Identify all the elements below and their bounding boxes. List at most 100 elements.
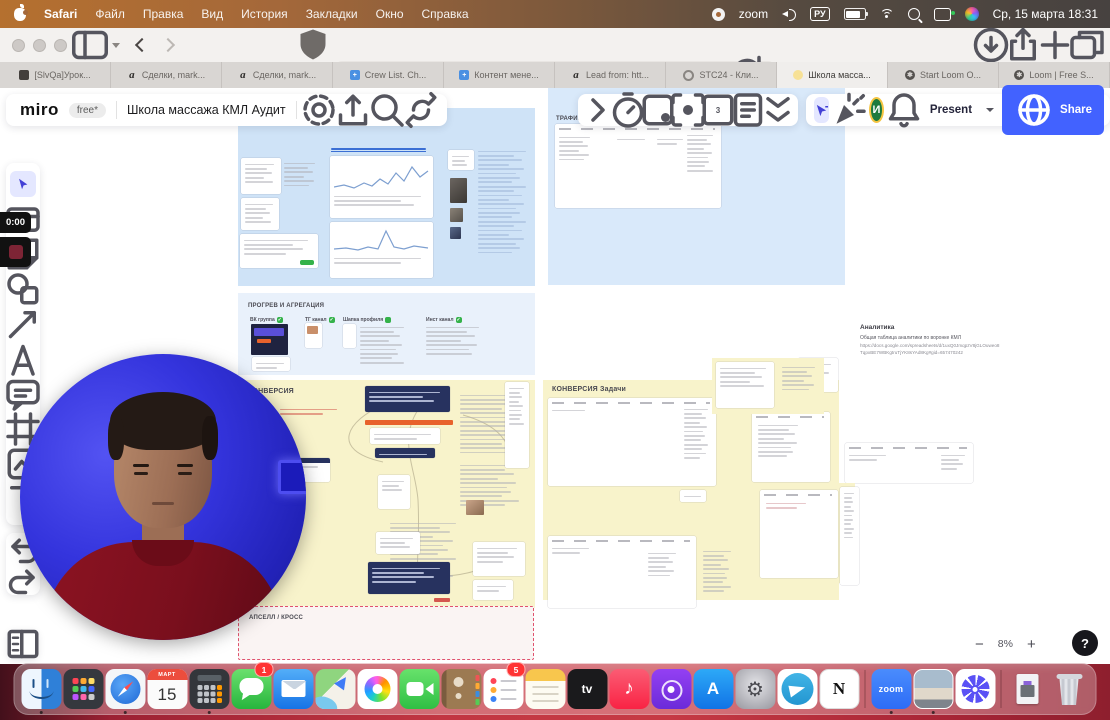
help-button[interactable]: ? bbox=[1072, 630, 1098, 656]
zoom-out-button[interactable]: − bbox=[975, 636, 984, 653]
dock-facetime[interactable] bbox=[399, 665, 440, 713]
sidebar-icon[interactable] bbox=[72, 30, 108, 60]
zoom-in-button[interactable]: + bbox=[1027, 636, 1036, 653]
fullscreen-button[interactable] bbox=[54, 38, 67, 52]
report-link[interactable] bbox=[331, 148, 426, 154]
forward-button[interactable] bbox=[155, 33, 181, 57]
menubar-zoom-app[interactable]: zoom bbox=[739, 7, 768, 21]
present-dropdown-caret[interactable] bbox=[986, 108, 995, 112]
menu-bookmarks[interactable]: Закладки bbox=[306, 7, 358, 21]
dock-trash[interactable] bbox=[1049, 665, 1090, 713]
minimize-button[interactable] bbox=[33, 38, 46, 52]
collapse-icon[interactable] bbox=[766, 97, 790, 122]
dock-telegram[interactable] bbox=[777, 665, 818, 713]
tab-content-manager[interactable]: + Контент мене... bbox=[444, 62, 555, 88]
chevron-right-icon[interactable] bbox=[586, 98, 610, 122]
tab-overview-icon[interactable] bbox=[1070, 30, 1104, 60]
dock-podcasts[interactable] bbox=[651, 665, 692, 713]
dock-contacts[interactable] bbox=[441, 665, 482, 713]
analytics-note[interactable]: Аналитика Общая таблица аналитики по вор… bbox=[860, 324, 1002, 386]
search-icon[interactable] bbox=[370, 94, 404, 127]
dock-settings[interactable]: ⚙ bbox=[735, 665, 776, 713]
frames-panel-button[interactable] bbox=[7, 629, 39, 659]
export-icon[interactable] bbox=[338, 94, 367, 126]
privacy-shield-icon[interactable] bbox=[300, 29, 326, 60]
dock-loom[interactable] bbox=[955, 665, 996, 713]
menu-app-name[interactable]: Safari bbox=[44, 7, 77, 21]
volume-icon[interactable] bbox=[782, 9, 797, 21]
tab-loom-start[interactable]: ✱ Start Loom O... bbox=[888, 62, 999, 88]
dock-calculator[interactable] bbox=[189, 665, 230, 714]
tab-stc24[interactable]: STC24 - Кли... bbox=[666, 62, 777, 88]
input-source-badge[interactable]: РУ bbox=[810, 7, 830, 21]
export-image-icon[interactable] bbox=[642, 94, 674, 126]
select-tool[interactable] bbox=[10, 171, 36, 197]
back-button[interactable] bbox=[129, 33, 155, 57]
tab-lead-form[interactable]: a Lead from: htt... bbox=[555, 62, 666, 88]
tab-crew-list[interactable]: + Crew List. Ch... bbox=[333, 62, 444, 88]
recording-stop-button[interactable] bbox=[0, 237, 31, 267]
tab-miro-board-active[interactable]: Школа масса... bbox=[777, 62, 888, 88]
dock-launchpad[interactable] bbox=[63, 665, 104, 713]
menu-history[interactable]: История bbox=[241, 7, 288, 21]
canvas-section-traffic-screens[interactable] bbox=[238, 108, 535, 286]
spotlight-icon[interactable] bbox=[907, 8, 920, 20]
dock-appstore[interactable]: A bbox=[693, 665, 734, 713]
tab-slvqa[interactable]: [SlvQa]Урок... bbox=[0, 62, 111, 88]
board-title[interactable]: Школа массажа КМЛ Аудит bbox=[127, 103, 286, 117]
new-tab-icon[interactable] bbox=[1040, 30, 1070, 60]
menu-help[interactable]: Справка bbox=[422, 7, 469, 21]
dock-finder[interactable] bbox=[21, 665, 62, 714]
cursor-tool-active[interactable] bbox=[814, 97, 829, 123]
menubar-clock[interactable]: Ср, 15 марта 18:31 bbox=[993, 7, 1098, 21]
canvas-yellow-patch[interactable] bbox=[712, 358, 824, 414]
bell-icon[interactable] bbox=[888, 93, 920, 128]
wifi-icon[interactable] bbox=[879, 8, 894, 20]
canvas-section-upsell[interactable]: АПСЕЛЛ / КРОСС bbox=[238, 606, 534, 660]
plugin-icon[interactable] bbox=[405, 92, 437, 128]
focus-mode-icon[interactable] bbox=[671, 93, 705, 127]
share-icon[interactable] bbox=[1010, 27, 1036, 61]
downloads-icon[interactable] bbox=[973, 27, 1009, 63]
plan-badge[interactable]: free* bbox=[68, 102, 106, 118]
analytics-link[interactable]: https://docs.google.com/spreadsheets/d/1… bbox=[860, 343, 1002, 357]
notes-icon[interactable] bbox=[733, 93, 763, 127]
menu-window[interactable]: Окно bbox=[376, 7, 404, 21]
apple-menu-icon[interactable] bbox=[14, 3, 28, 21]
shapes-tool[interactable] bbox=[7, 273, 39, 305]
menu-edit[interactable]: Правка bbox=[143, 7, 184, 21]
dock-calendar[interactable]: МАРТ 15 bbox=[147, 665, 188, 713]
frames-count-icon[interactable]: 3 bbox=[702, 94, 734, 126]
settings-gear-icon[interactable] bbox=[302, 94, 335, 126]
miro-logo[interactable]: miro bbox=[20, 100, 59, 120]
celebrate-icon[interactable] bbox=[836, 92, 866, 124]
share-button[interactable]: Share bbox=[1002, 85, 1104, 135]
menu-view[interactable]: Вид bbox=[201, 7, 223, 21]
tab-amocrm-2[interactable]: a Сделки, mark... bbox=[222, 62, 333, 88]
battery-icon[interactable] bbox=[843, 8, 868, 20]
timer-icon[interactable] bbox=[612, 92, 644, 128]
dock-photos[interactable] bbox=[357, 665, 398, 713]
redo-icon[interactable] bbox=[8, 567, 36, 594]
close-button[interactable] bbox=[12, 38, 25, 52]
dock-music[interactable]: ♪ bbox=[609, 665, 650, 713]
dock-downloads-file[interactable] bbox=[1007, 665, 1048, 713]
dock-maps[interactable] bbox=[315, 665, 356, 713]
dock-screenshot-preview[interactable] bbox=[913, 665, 954, 714]
dock-notion[interactable]: N bbox=[819, 665, 860, 713]
dock-mail[interactable] bbox=[273, 665, 314, 713]
present-button[interactable]: Present bbox=[924, 100, 978, 120]
menu-file[interactable]: Файл bbox=[95, 7, 125, 21]
webcam-overlay[interactable] bbox=[20, 354, 306, 640]
dock-safari[interactable] bbox=[105, 665, 146, 714]
comment-tool[interactable] bbox=[6, 379, 40, 411]
pen-tool[interactable] bbox=[10, 344, 36, 376]
menubar-gear-icon[interactable] bbox=[711, 7, 725, 21]
dock-reminders[interactable]: 5 bbox=[483, 662, 526, 713]
siri-icon[interactable] bbox=[964, 7, 979, 21]
zoom-level[interactable]: 8% bbox=[998, 638, 1013, 650]
dock-zoom[interactable]: zoom bbox=[871, 665, 912, 714]
connector-tool[interactable] bbox=[8, 311, 36, 339]
tab-amocrm-1[interactable]: a Сделки, mark... bbox=[111, 62, 222, 88]
dock-notes[interactable] bbox=[525, 665, 566, 713]
